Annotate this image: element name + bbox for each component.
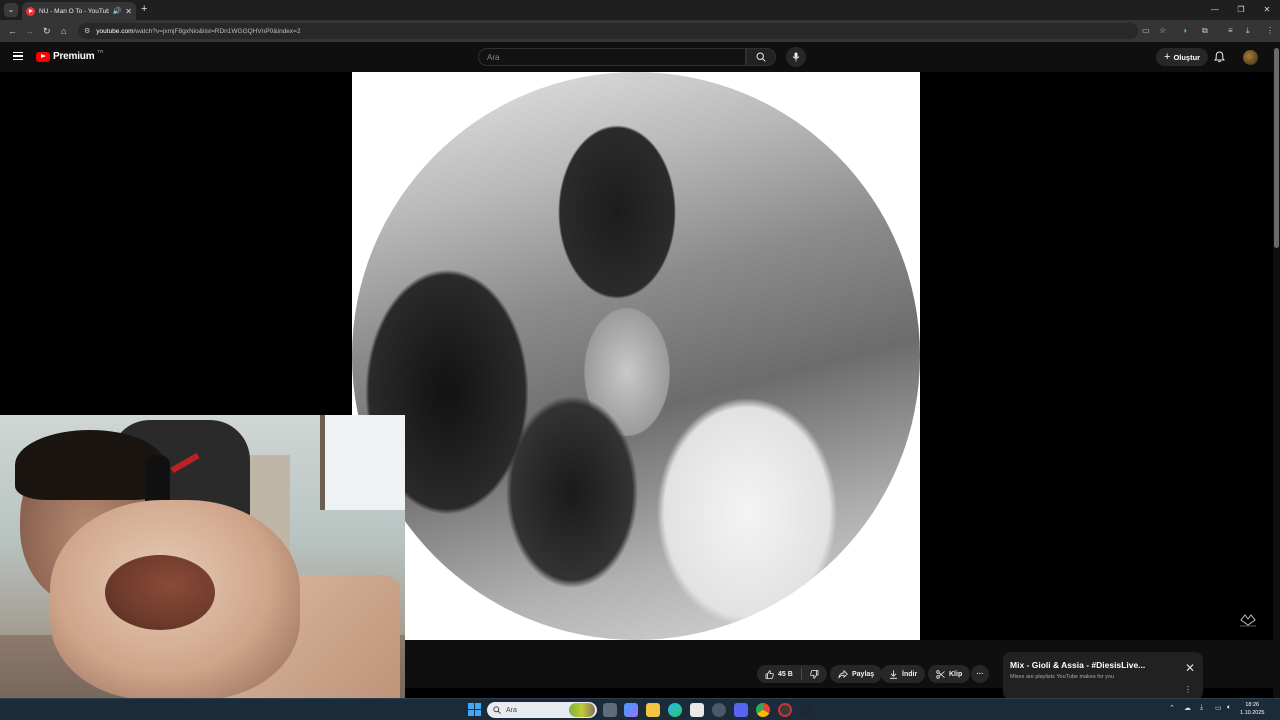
like-dislike-group: 45 B [757,665,827,683]
mix-subtitle: Mixes are playlists YouTube makes for yo… [1010,674,1115,680]
webcam-person-thumb [105,555,215,630]
create-button[interactable]: + Oluştur [1156,48,1209,66]
copilot-icon[interactable] [624,703,638,717]
download-icon[interactable]: ⤓ [1246,25,1250,37]
browser-toolbar: ← → ↻ ⌂ ⚙ youtube.com/watch?v=jxmjF8gxNi… [0,20,1280,42]
mix-more-icon[interactable]: ⋮ [1184,685,1192,694]
clock-time: 18:26 [1245,702,1260,708]
clock-date: 1.10.2025 [1240,710,1265,716]
youtube-favicon-icon [26,6,35,16]
mix-playlist-card[interactable]: Mix - Gioli & Assia - #DiesisLive... Mix… [1003,652,1203,700]
windows-taskbar: Ara ⌃ ☁ ⤓ ▭ 🔈︎ 18:26 1.10.2025 [0,698,1280,720]
recording-app-icon[interactable] [778,703,792,717]
account-avatar[interactable] [1243,50,1258,65]
extension-wave-icon[interactable]: ◗ [1183,25,1188,37]
audio-playing-icon[interactable]: 🔊 [113,7,122,15]
share-icon [838,669,848,678]
taskbar-search[interactable]: Ara [487,702,597,718]
reload-icon[interactable]: ↻ [43,24,51,38]
voice-search-button[interactable] [786,47,806,67]
logo-text: Premium [53,51,95,62]
channel-watermark-icon[interactable] [1238,612,1258,628]
search-box [478,48,746,66]
search-button[interactable] [746,48,776,66]
address-bar[interactable]: ⚙ youtube.com/watch?v=jxmjF8gxNio&list=R… [78,23,1138,39]
share-button[interactable]: Paylaş [830,665,883,683]
extensions-icon[interactable]: ⧉ [1202,25,1208,37]
browser-tab-strip: ⌄ NU - Man O To - YouTube 🔊 ✕ + — ❐ ✕ [0,0,1280,20]
microphone-icon [792,52,800,62]
taskbar-search-icon [493,706,501,714]
scissors-icon [936,669,945,679]
taskbar-clock[interactable]: 18:26 1.10.2025 [1240,701,1264,717]
video-circular-photo [352,72,920,640]
scrollbar-thumb[interactable] [1274,48,1279,248]
tray-download-icon[interactable]: ⤓ [1200,704,1203,712]
pill-divider [800,668,802,680]
task-view-icon[interactable] [603,703,617,717]
download-label: İndir [902,670,918,678]
search-input[interactable] [487,52,745,62]
tab-youtube[interactable]: NU - Man O To - YouTube 🔊 ✕ [22,2,136,20]
like-count[interactable]: 45 B [778,671,793,678]
media-control-icon[interactable]: ≡ [1228,25,1233,37]
steam-icon[interactable] [712,703,726,717]
new-tab-button[interactable]: + [141,3,147,16]
close-tab-icon[interactable]: ✕ [125,7,132,16]
webcam-person-hair [15,430,165,500]
share-label: Paylaş [852,670,875,678]
browser-menu-icon[interactable]: ⋮ [1266,25,1274,37]
site-info-icon[interactable]: ⚙ [84,27,90,35]
youtube-play-icon [36,51,50,62]
minimize-icon[interactable]: — [1202,0,1228,20]
search-icon [756,52,766,62]
region-badge: TR [97,49,104,54]
tab-search-button[interactable]: ⌄ [4,3,18,17]
app-icon[interactable] [800,703,814,717]
chrome-icon[interactable] [756,703,770,717]
tab-title: NU - Man O To - YouTube [39,7,109,15]
download-arrow-icon [890,670,897,679]
back-icon[interactable]: ← [8,24,17,38]
webcam-overlay [0,415,405,720]
mix-title[interactable]: Mix - Gioli & Assia - #DiesisLive... [1010,660,1196,670]
windows-start-icon[interactable] [468,703,481,716]
cast-icon[interactable]: ▭ [1142,25,1150,37]
bookmark-star-icon[interactable]: ☆ [1159,25,1166,37]
home-icon[interactable]: ⌂ [61,24,66,38]
dislike-icon[interactable] [809,669,819,679]
edge-icon[interactable] [668,703,682,717]
notifications-bell-icon[interactable] [1214,51,1225,63]
youtube-premium-logo[interactable]: Premium TR [36,49,104,62]
tray-expand-icon[interactable]: ⌃ [1169,704,1175,712]
page-scrollbar[interactable] [1273,42,1280,698]
plus-icon: + [1164,50,1171,63]
webcam-window-background [320,415,405,510]
file-explorer-icon[interactable] [646,703,660,717]
like-icon[interactable] [765,669,774,679]
forward-icon[interactable]: → [25,24,34,38]
volume-icon[interactable]: 🔈︎ [1227,704,1231,712]
clip-label: Klip [949,670,963,678]
close-window-icon[interactable]: ✕ [1254,0,1280,20]
url-text: youtube.com/watch?v=jxmjF8gxNio&list=RDn… [96,27,301,35]
onedrive-icon[interactable]: ☁ [1184,704,1191,712]
discord-icon[interactable] [734,703,748,717]
more-actions-button[interactable]: ··· [971,665,989,683]
search-highlight-icon [569,703,595,717]
restore-icon[interactable]: ❐ [1228,0,1254,20]
more-actions-label: ··· [976,670,984,678]
clip-button[interactable]: Klip [928,665,971,683]
download-button[interactable]: İndir [881,665,926,683]
create-label: Oluştur [1173,52,1201,62]
window-controls: — ❐ ✕ [1202,0,1280,20]
video-frame[interactable] [352,72,920,640]
menu-icon[interactable] [13,52,23,60]
network-icon[interactable]: ▭ [1215,704,1222,712]
store-icon[interactable] [690,703,704,717]
taskbar-search-label: Ara [506,706,517,714]
youtube-header: Premium TR + Oluştur [0,42,1280,72]
close-mix-icon[interactable]: ✕ [1185,662,1195,674]
